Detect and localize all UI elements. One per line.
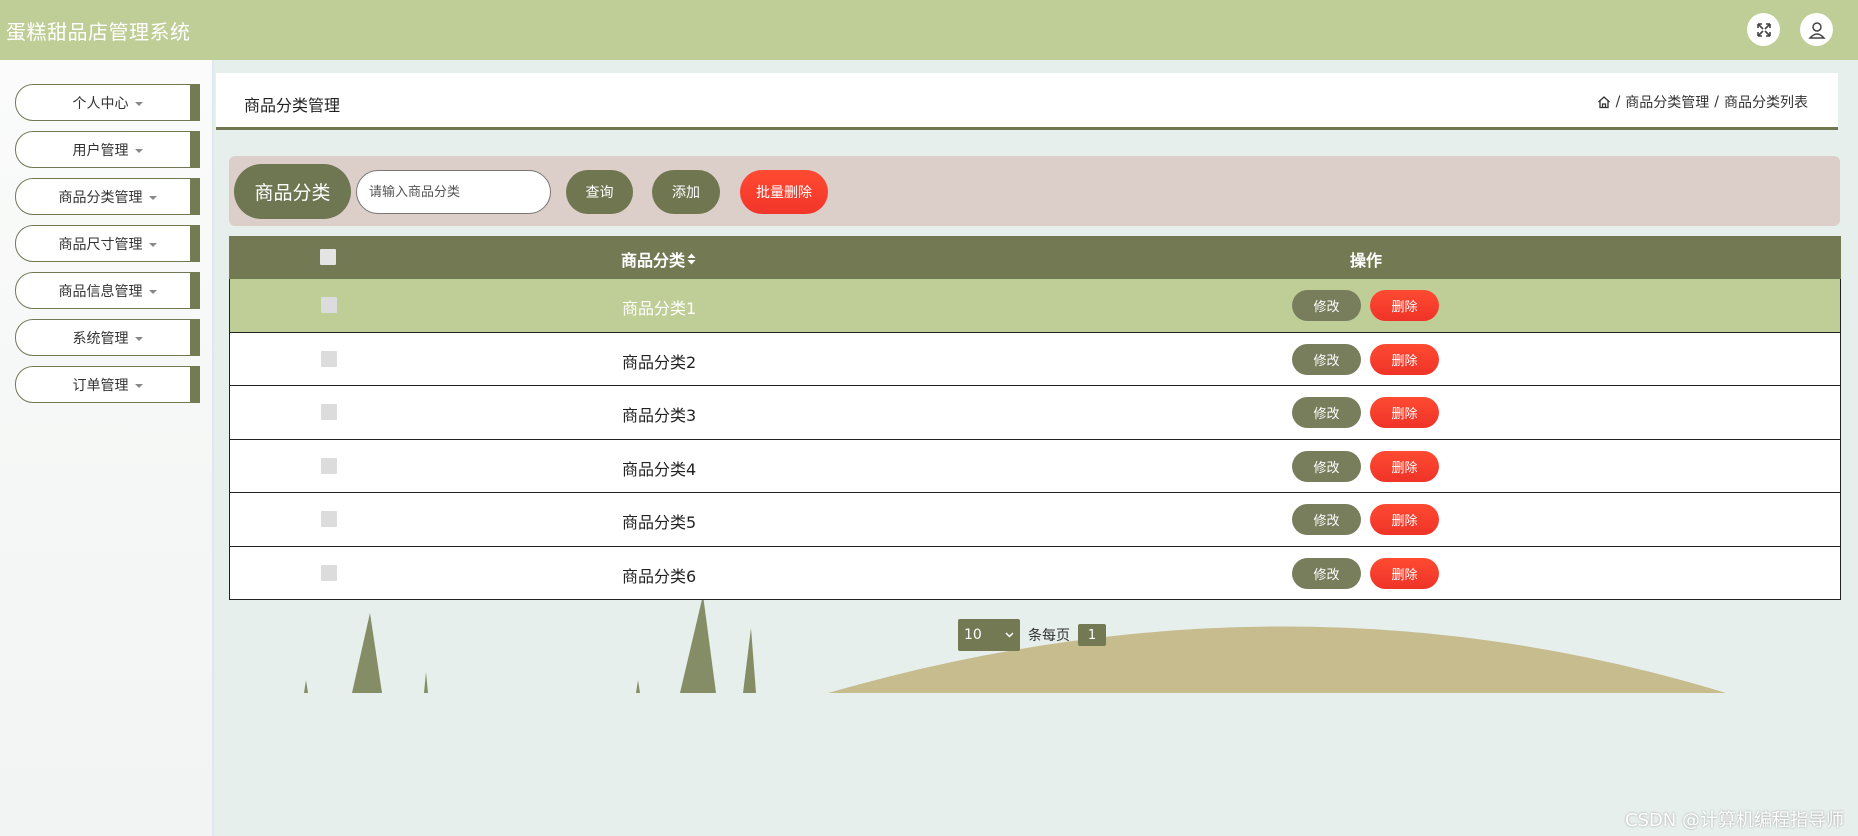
- breadcrumb-separator: /: [1615, 94, 1621, 110]
- category-name: 商品分类2: [622, 352, 697, 372]
- table-row: 商品分类5 修改 删除: [229, 493, 1841, 547]
- table-row: 商品分类3 修改 删除: [229, 386, 1841, 440]
- caret-down-icon: [134, 383, 143, 388]
- page-title: 商品分类管理: [244, 96, 341, 115]
- sidebar-item-label: 系统管理: [72, 330, 129, 347]
- sidebar-item-user-management[interactable]: 用户管理: [15, 131, 200, 168]
- row-checkbox[interactable]: [321, 350, 337, 367]
- query-button[interactable]: 查询: [566, 170, 633, 214]
- caret-down-icon: [148, 289, 157, 294]
- delete-button[interactable]: 删除: [1370, 397, 1439, 428]
- pagination: 10 条每页 1: [958, 619, 1106, 651]
- top-bar: 蛋糕甜品店管理系统: [0, 0, 1858, 60]
- user-icon: [1807, 21, 1826, 39]
- sidebar-item-personal-center[interactable]: 个人中心: [15, 84, 200, 121]
- table-header: 商品分类 操作: [229, 236, 1841, 279]
- sidebar-item-label: 商品分类管理: [58, 189, 143, 206]
- caret-down-icon: [148, 242, 157, 247]
- breadcrumb: / 商品分类管理 / 商品分类列表: [1597, 92, 1808, 112]
- fullscreen-button[interactable]: [1747, 13, 1780, 46]
- caret-down-icon: [134, 148, 143, 153]
- per-page-label: 条每页: [1028, 628, 1070, 644]
- batch-delete-button[interactable]: 批量删除: [740, 170, 828, 214]
- sidebar-item-label: 商品信息管理: [58, 283, 143, 300]
- breadcrumb-separator: /: [1714, 94, 1719, 110]
- sidebar-item-label: 用户管理: [72, 142, 129, 159]
- row-checkbox[interactable]: [321, 404, 337, 420]
- fullscreen-icon: [1756, 22, 1771, 37]
- sidebar: 个人中心 用户管理 商品分类管理 商品尺寸管理 商品信息管理 系统管理 订单管理: [0, 60, 214, 836]
- table-row: 商品分类4 修改 删除: [229, 439, 1841, 493]
- delete-button[interactable]: 删除: [1370, 450, 1439, 482]
- search-bar: 商品分类 查询 添加 批量删除: [229, 156, 1840, 226]
- search-input[interactable]: [356, 170, 551, 214]
- category-name: 商品分类5: [622, 513, 697, 532]
- category-name: 商品分类4: [622, 459, 697, 479]
- row-checkbox[interactable]: [321, 564, 337, 581]
- category-name: 商品分类3: [622, 406, 697, 425]
- home-icon[interactable]: [1597, 95, 1611, 109]
- breadcrumb-item-category-management[interactable]: 商品分类管理: [1625, 92, 1709, 112]
- column-header-label: 商品分类: [621, 251, 686, 270]
- row-checkbox[interactable]: [321, 457, 337, 474]
- sidebar-item-size-management[interactable]: 商品尺寸管理: [15, 225, 200, 262]
- select-all-checkbox[interactable]: [320, 249, 336, 265]
- chevron-down-icon: [1005, 632, 1014, 638]
- edit-button[interactable]: 修改: [1292, 450, 1361, 482]
- category-table: 商品分类 操作 商品分类1 修改 删除 商品分类2 修改 删除 商品分类3 修改…: [229, 236, 1841, 600]
- edit-button[interactable]: 修改: [1292, 504, 1361, 535]
- caret-down-icon: [134, 101, 143, 106]
- add-button[interactable]: 添加: [652, 170, 720, 214]
- column-header-category[interactable]: 商品分类: [621, 247, 696, 271]
- page-header: 商品分类管理 / 商品分类管理 / 商品分类列表: [216, 73, 1838, 130]
- search-label: 商品分类: [234, 164, 351, 219]
- sidebar-item-label: 商品尺寸管理: [58, 236, 143, 253]
- sidebar-item-system-management[interactable]: 系统管理: [15, 319, 200, 356]
- edit-button[interactable]: 修改: [1292, 290, 1361, 321]
- category-name: 商品分类6: [622, 566, 697, 586]
- sidebar-item-product-management[interactable]: 商品信息管理: [15, 272, 200, 309]
- user-button[interactable]: [1800, 13, 1833, 46]
- page-size-value: 10: [964, 627, 982, 643]
- row-checkbox[interactable]: [321, 511, 337, 527]
- sidebar-item-label: 个人中心: [72, 95, 129, 112]
- table-row: 商品分类2 修改 删除: [229, 332, 1841, 386]
- edit-button[interactable]: 修改: [1292, 397, 1361, 428]
- category-name: 商品分类1: [622, 299, 697, 318]
- app-title: 蛋糕甜品店管理系统: [6, 20, 191, 44]
- delete-button[interactable]: 删除: [1370, 557, 1439, 589]
- column-header-actions: 操作: [1350, 251, 1383, 270]
- page-number-current[interactable]: 1: [1078, 624, 1106, 646]
- edit-button[interactable]: 修改: [1292, 343, 1361, 375]
- caret-down-icon: [148, 195, 157, 200]
- table-row: 商品分类1 修改 删除: [229, 279, 1841, 333]
- watermark: CSDN @计算机编程指导师: [1624, 810, 1844, 831]
- delete-button[interactable]: 删除: [1370, 504, 1439, 535]
- edit-button[interactable]: 修改: [1292, 557, 1361, 589]
- delete-button[interactable]: 删除: [1370, 343, 1439, 375]
- sidebar-item-category-management[interactable]: 商品分类管理: [15, 178, 200, 215]
- breadcrumb-item-category-list: 商品分类列表: [1724, 95, 1808, 111]
- sort-icon[interactable]: [687, 253, 696, 265]
- row-checkbox[interactable]: [321, 297, 337, 313]
- sidebar-item-order-management[interactable]: 订单管理: [15, 366, 200, 403]
- sidebar-item-label: 订单管理: [72, 377, 129, 394]
- delete-button[interactable]: 删除: [1370, 290, 1439, 321]
- page-size-select[interactable]: 10: [958, 619, 1020, 651]
- caret-down-icon: [134, 336, 143, 341]
- table-row: 商品分类6 修改 删除: [229, 546, 1841, 600]
